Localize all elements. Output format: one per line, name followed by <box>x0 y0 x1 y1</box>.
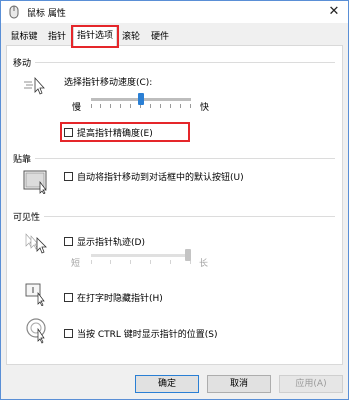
apply-button[interactable]: 应用(A) <box>279 375 343 393</box>
tab-pointers[interactable]: 指针 <box>43 29 71 45</box>
hide-while-typing-icon <box>25 283 45 306</box>
trails-slider[interactable] <box>91 254 191 257</box>
group-divider <box>15 216 335 217</box>
pointer-options-panel: 移动 选择指针移动速度(C): 慢 快 提高指针精确度(E) 贴靠 自动将指针移… <box>6 45 343 365</box>
snap-label[interactable]: 自动将指针移动到对话框中的默认按钮(U) <box>77 170 244 183</box>
group-divider <box>15 158 335 159</box>
group-divider <box>15 62 335 63</box>
tab-buttons[interactable]: 鼠标键 <box>7 29 41 45</box>
trails-ticks <box>91 260 191 264</box>
trails-checkbox[interactable] <box>64 237 73 246</box>
snap-to-icon <box>23 170 47 194</box>
motion-group-label: 移动 <box>13 56 36 69</box>
tab-wheel[interactable]: 滚轮 <box>118 29 144 45</box>
ok-button[interactable]: 确定 <box>135 375 199 393</box>
speed-slider-thumb[interactable] <box>138 93 144 105</box>
title-bar: 鼠标 属性 ✕ <box>1 1 348 23</box>
fast-label: 快 <box>200 103 210 113</box>
pointer-speed-icon <box>24 76 45 95</box>
pointer-trails-icon <box>25 233 47 254</box>
trails-label[interactable]: 显示指针轨迹(D) <box>77 235 145 248</box>
precision-highlight-box <box>60 122 190 142</box>
tab-bar: 鼠标键 指针 指针选项 滚轮 硬件 <box>1 25 348 46</box>
hide-typing-checkbox[interactable] <box>64 293 73 302</box>
tab-hardware[interactable]: 硬件 <box>146 29 174 45</box>
slow-label: 慢 <box>72 103 82 113</box>
mouse-icon <box>9 5 19 19</box>
speed-label: 选择指针移动速度(C): <box>64 78 153 88</box>
hide-typing-label[interactable]: 在打字时隐藏指针(H) <box>77 291 163 304</box>
ctrl-label[interactable]: 当按 CTRL 键时显示指针的位置(S) <box>77 327 218 340</box>
window-title: 鼠标 属性 <box>27 9 66 19</box>
visibility-group-label: 可见性 <box>13 210 45 223</box>
close-button[interactable]: ✕ <box>326 4 342 20</box>
ctrl-checkbox[interactable] <box>64 329 73 338</box>
long-label: 长 <box>199 259 209 269</box>
mouse-properties-dialog: 鼠标 属性 ✕ 鼠标键 指针 指针选项 滚轮 硬件 移动 选择指针移动速度(C)… <box>0 0 349 400</box>
short-label: 短 <box>71 259 81 269</box>
cancel-button[interactable]: 取消 <box>207 375 271 393</box>
trails-slider-thumb[interactable] <box>185 249 191 261</box>
snap-group-label: 贴靠 <box>13 152 36 165</box>
tab-highlight-box <box>71 25 119 48</box>
snap-checkbox[interactable] <box>64 172 73 181</box>
ctrl-locate-icon <box>26 318 46 344</box>
